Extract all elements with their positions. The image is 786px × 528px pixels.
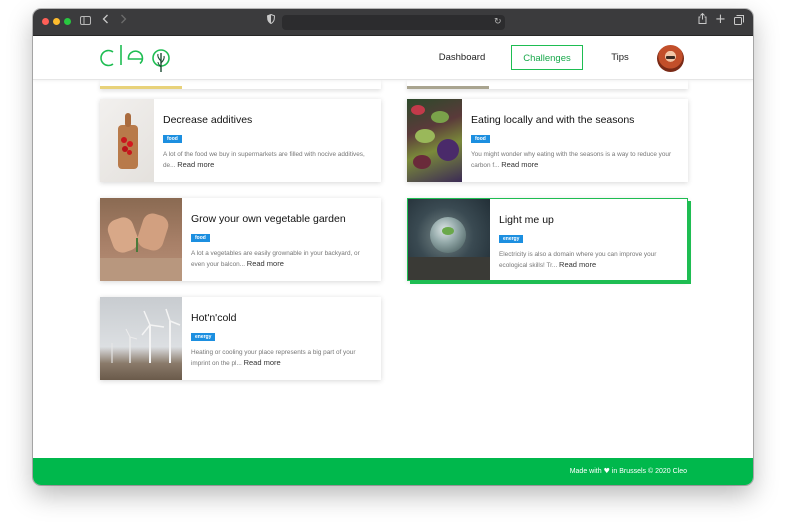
tabs-overview-icon[interactable] bbox=[734, 14, 744, 30]
challenge-image bbox=[407, 99, 462, 182]
browser-window: ↻ + Dashboard Challenges Tips Decrease a… bbox=[33, 9, 753, 485]
footer-credit: Made with ♥ in Brussels © 2020 Cleo bbox=[570, 458, 687, 485]
close-window-button[interactable] bbox=[42, 18, 49, 25]
challenge-image bbox=[408, 199, 490, 280]
category-tag: food bbox=[163, 135, 182, 143]
site-header: Dashboard Challenges Tips bbox=[33, 36, 753, 80]
read-more-link[interactable]: Read more bbox=[501, 160, 538, 169]
card-content: Hot'n'cold energy Heating or cooling you… bbox=[182, 297, 381, 380]
card-title: Light me up bbox=[499, 214, 554, 226]
nav-dashboard[interactable]: Dashboard bbox=[427, 45, 497, 70]
card-title: Eating locally and with the seasons bbox=[471, 114, 635, 126]
shield-icon[interactable] bbox=[266, 13, 276, 29]
card-title: Grow your own vegetable garden bbox=[191, 213, 346, 225]
forward-icon[interactable] bbox=[120, 13, 127, 29]
category-tag: energy bbox=[499, 235, 524, 243]
cleo-logo[interactable] bbox=[100, 42, 174, 74]
minimize-window-button[interactable] bbox=[53, 18, 60, 25]
challenge-card-vegetable-garden[interactable]: Grow your own vegetable garden food A lo… bbox=[100, 198, 381, 281]
card-excerpt: Electricity is also a domain where you c… bbox=[499, 250, 679, 271]
read-more-link[interactable]: Read more bbox=[247, 259, 284, 268]
read-more-link[interactable]: Read more bbox=[559, 260, 596, 269]
address-bar[interactable]: ↻ bbox=[282, 15, 505, 30]
card-excerpt: Heating or cooling your place represents… bbox=[191, 348, 373, 369]
reload-icon[interactable]: ↻ bbox=[494, 15, 502, 30]
nav-challenges[interactable]: Challenges bbox=[511, 45, 583, 70]
challenge-card-decrease-additives[interactable]: Decrease additives food A lot of the foo… bbox=[100, 99, 381, 182]
card-excerpt: A lot of the food we buy in supermarkets… bbox=[163, 150, 373, 171]
read-more-link[interactable]: Read more bbox=[177, 160, 214, 169]
card-partial-top-left[interactable] bbox=[100, 80, 381, 89]
site-footer: Made with ♥ in Brussels © 2020 Cleo bbox=[33, 458, 753, 485]
card-content: Decrease additives food A lot of the foo… bbox=[154, 99, 381, 182]
card-excerpt: A lot a vegetables are easily grownable … bbox=[191, 249, 373, 270]
card-content: Grow your own vegetable garden food A lo… bbox=[182, 198, 381, 281]
user-avatar[interactable] bbox=[657, 45, 684, 72]
card-partial-top-right[interactable] bbox=[407, 80, 688, 89]
card-title: Decrease additives bbox=[163, 114, 253, 126]
challenge-card-eating-locally[interactable]: Eating locally and with the seasons food… bbox=[407, 99, 688, 182]
browser-toolbar: ↻ + bbox=[33, 9, 753, 36]
card-title: Hot'n'cold bbox=[191, 312, 237, 324]
category-tag: food bbox=[191, 234, 210, 242]
read-more-link[interactable]: Read more bbox=[244, 358, 281, 367]
footer-text-before: Made with bbox=[569, 468, 602, 475]
challenge-card-hot-n-cold[interactable]: Hot'n'cold energy Heating or cooling you… bbox=[100, 297, 381, 380]
challenge-image bbox=[100, 198, 182, 281]
challenge-card-light-me-up[interactable]: Light me up energy Electricity is also a… bbox=[407, 198, 688, 281]
nav-tips[interactable]: Tips bbox=[600, 45, 640, 70]
sidebar-icon[interactable] bbox=[80, 14, 91, 30]
share-icon[interactable] bbox=[698, 12, 707, 29]
challenge-image bbox=[100, 297, 182, 380]
new-tab-icon[interactable]: + bbox=[715, 12, 726, 28]
card-content: Light me up energy Electricity is also a… bbox=[490, 199, 687, 280]
wind-turbine-icon bbox=[111, 308, 181, 363]
category-tag: food bbox=[471, 135, 490, 143]
heart-icon: ♥ bbox=[603, 467, 610, 475]
footer-text-after: in Brussels © 2020 Cleo bbox=[611, 468, 687, 475]
back-icon[interactable] bbox=[102, 13, 109, 29]
page-viewport: Dashboard Challenges Tips Decrease addit… bbox=[33, 36, 753, 485]
card-excerpt: You might wonder why eating with the sea… bbox=[471, 150, 680, 171]
card-content: Eating locally and with the seasons food… bbox=[462, 99, 688, 182]
category-tag: energy bbox=[191, 333, 216, 341]
maximize-window-button[interactable] bbox=[64, 18, 71, 25]
challenge-image bbox=[100, 99, 154, 182]
